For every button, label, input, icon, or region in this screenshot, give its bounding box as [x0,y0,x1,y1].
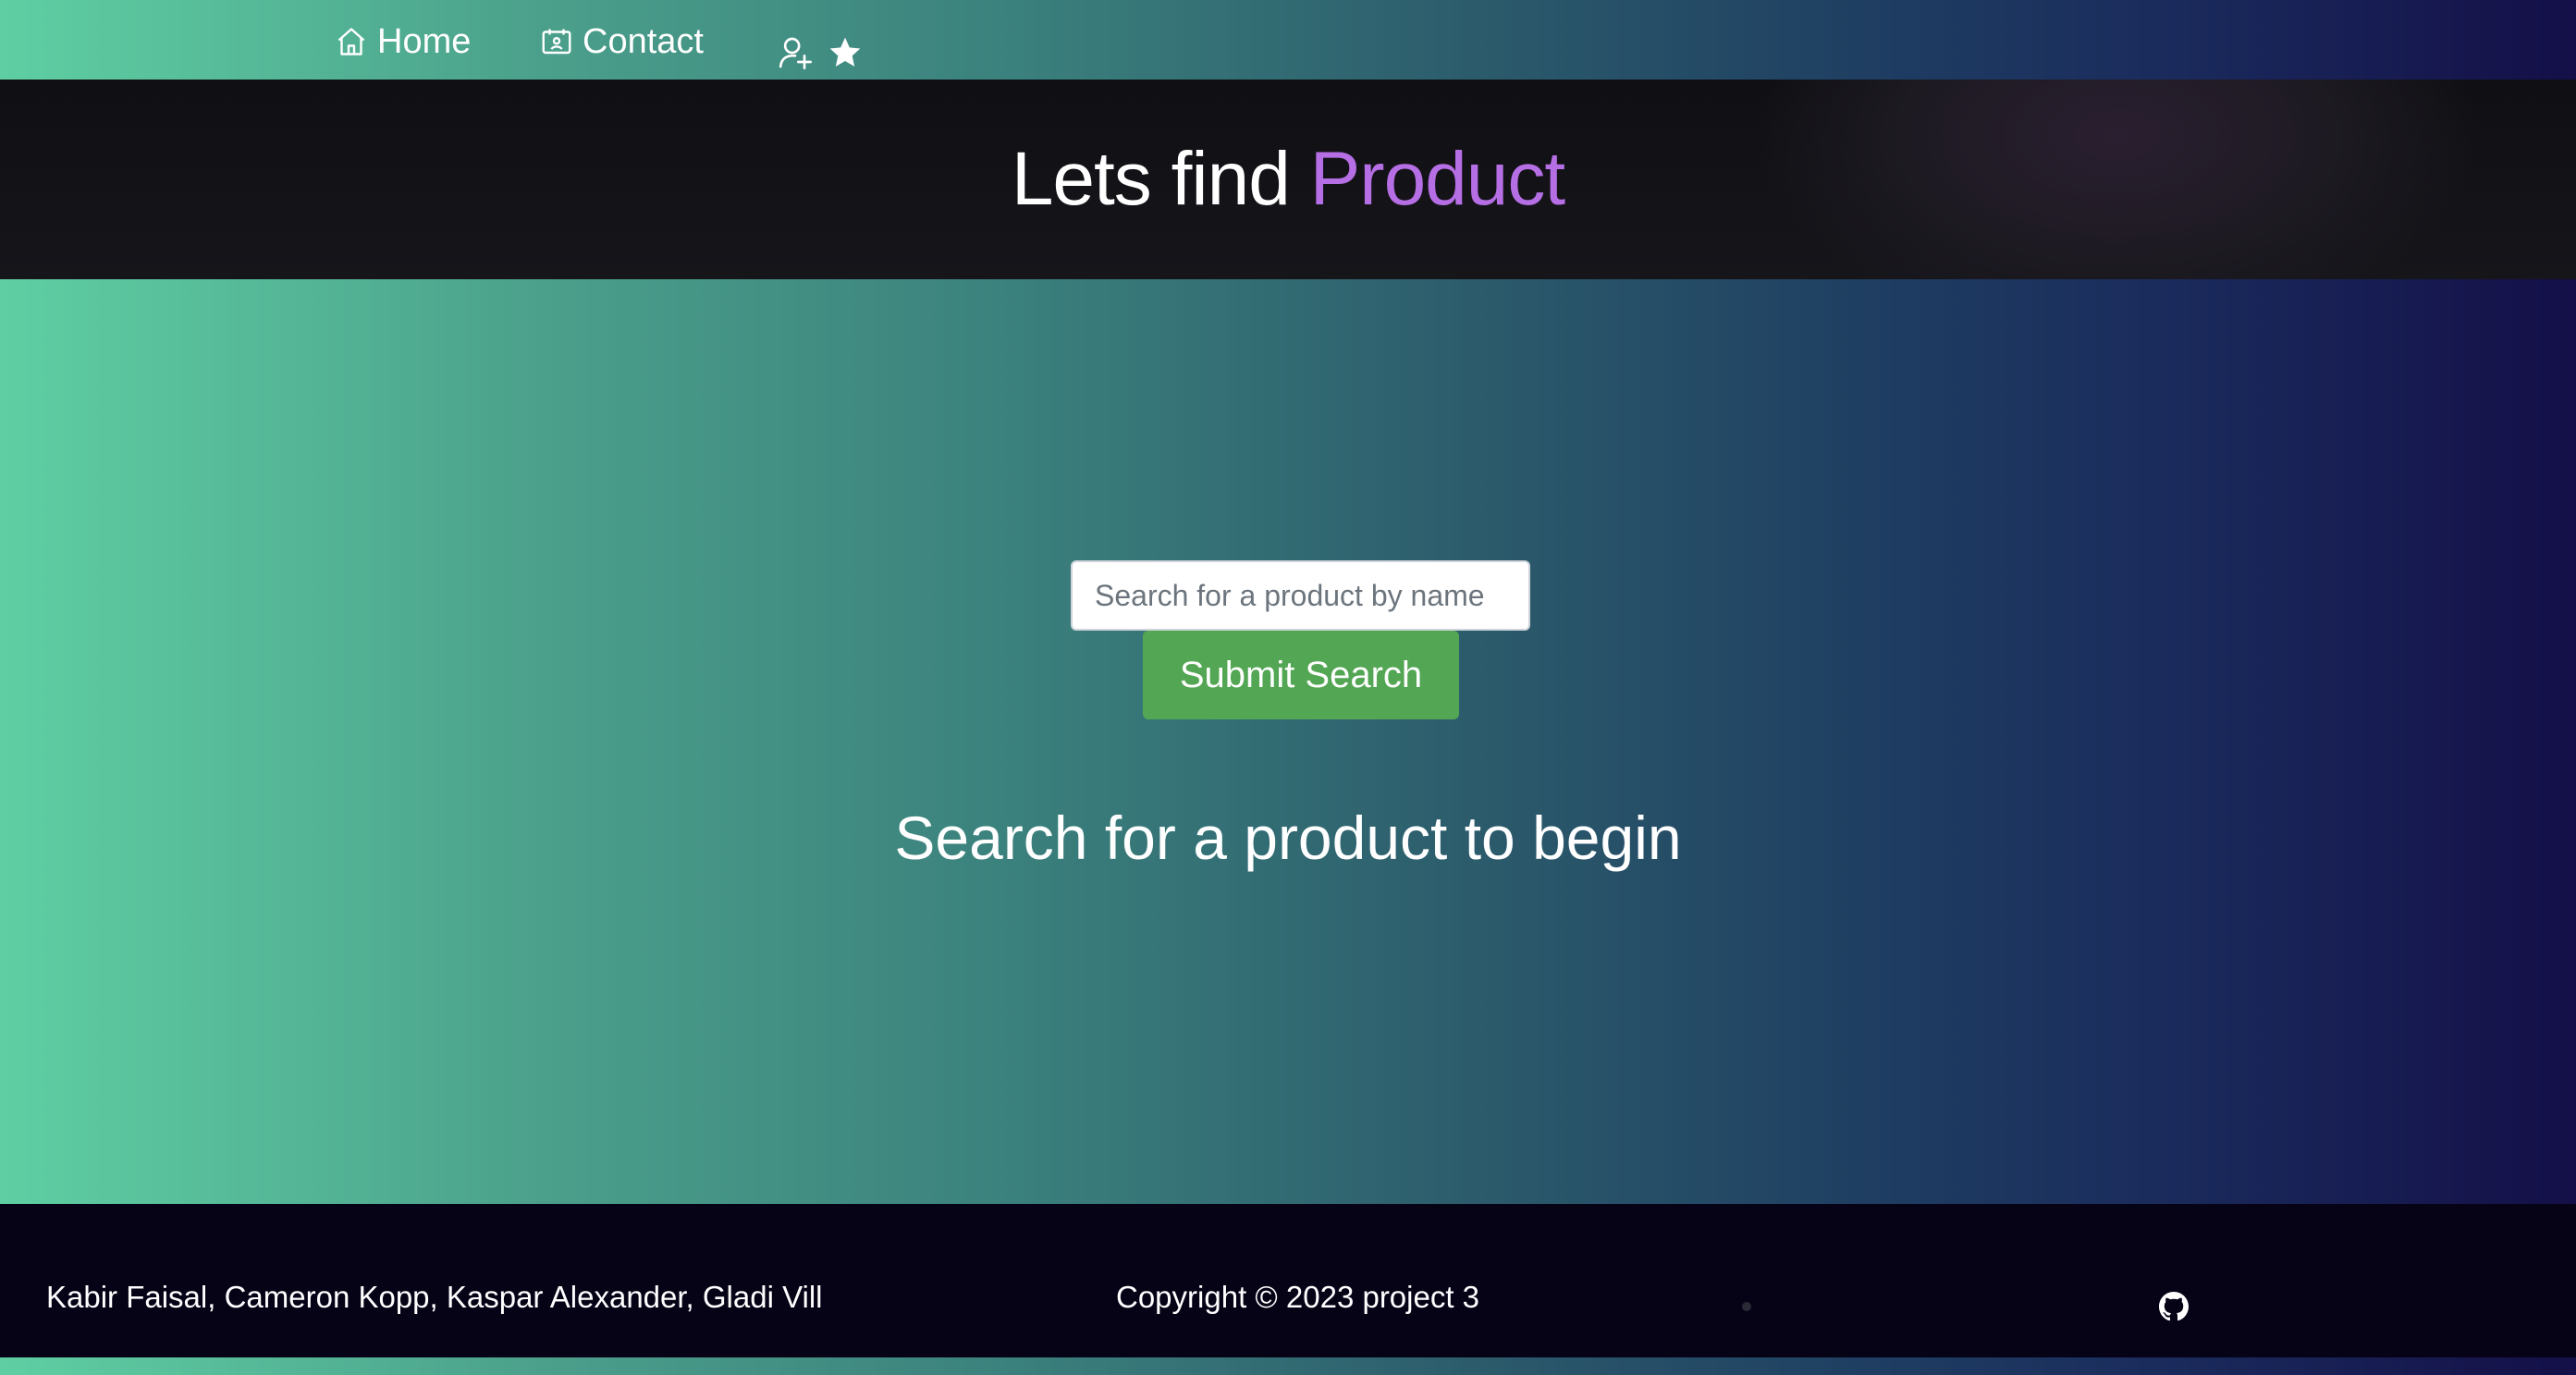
signup-link[interactable] [777,31,814,74]
footer-authors: Kabir Faisal, Cameron Kopp, Kaspar Alexa… [46,1280,823,1314]
nav-home-label: Home [377,21,472,61]
empty-state-message: Search for a product to begin [894,804,1682,872]
nav-contact-label: Contact [583,21,704,61]
hero-banner: Lets find Product [0,80,2576,279]
submit-search-button[interactable]: Submit Search [1143,631,1459,719]
title-accent: Product [1309,137,1566,221]
contact-card-icon [542,29,571,55]
nav-home-link[interactable]: Home [335,20,471,63]
search-input[interactable] [1071,560,1530,631]
footer-copyright: Copyright © 2023 project 3 [1116,1280,1480,1314]
top-nav: Home Contact [0,0,2576,80]
page-title: Lets find Product [1011,136,1566,223]
user-plus-icon [779,37,812,69]
footer-dot [1742,1302,1751,1311]
star-icon [829,37,861,67]
github-link[interactable] [2159,1292,2189,1321]
favorites-link[interactable] [827,31,864,74]
github-icon [2159,1292,2189,1321]
title-prefix: Lets find [1011,137,1310,221]
home-icon [337,28,365,55]
nav-contact-link[interactable]: Contact [540,20,704,63]
